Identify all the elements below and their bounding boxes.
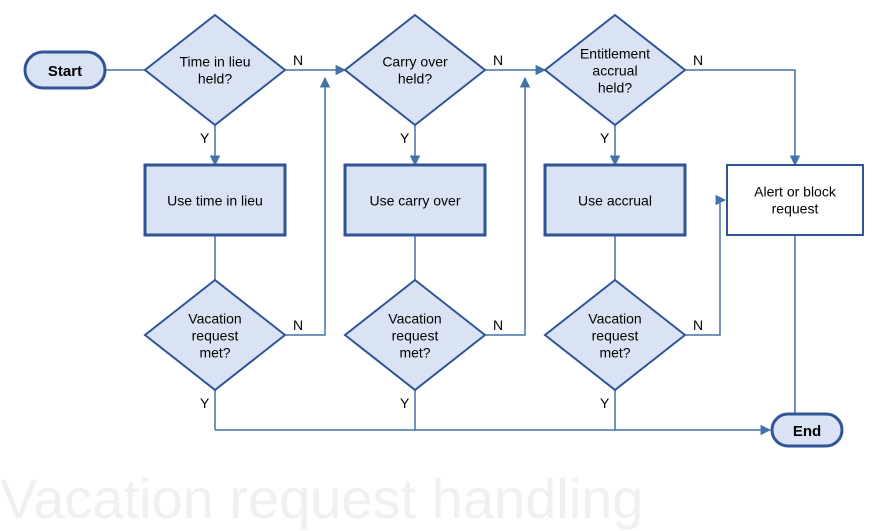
svg-text:held?: held? [598,80,632,96]
svg-text:Use accrual: Use accrual [578,193,652,209]
svg-text:N: N [493,317,503,333]
svg-text:Y: Y [400,130,410,146]
svg-text:Y: Y [200,395,210,411]
svg-text:Use time in lieu: Use time in lieu [167,193,263,209]
svg-text:Time in lieu: Time in lieu [179,54,250,70]
decision-request-met-2: Vacation request met? [345,280,485,390]
edge-d3-p4 [685,70,795,165]
edge-d4-d2 [285,78,325,335]
process-use-carry-over: Use carry over [345,165,485,235]
svg-text:Y: Y [400,395,410,411]
svg-text:N: N [693,52,703,68]
svg-text:met?: met? [599,345,630,361]
svg-text:Y: Y [600,130,610,146]
svg-text:N: N [693,317,703,333]
process-use-time-in-lieu: Use time in lieu [145,165,285,235]
decision-entitlement-accrual: Entitlement accrual held? [545,15,685,125]
decision-request-met-1: Vacation request met? [145,280,285,390]
flowchart-canvas: Start End Time in lieu held? Carry over … [0,0,886,521]
start-label: Start [48,63,82,80]
process-use-accrual: Use accrual [545,165,685,235]
svg-text:request: request [392,328,439,344]
edge-d6-p4 [685,200,725,335]
svg-text:request: request [772,201,819,217]
svg-text:accrual: accrual [592,63,637,79]
svg-text:Entitlement: Entitlement [580,46,650,62]
decision-time-in-lieu: Time in lieu held? [145,15,285,125]
decision-carry-over: Carry over held? [345,15,485,125]
svg-text:request: request [592,328,639,344]
svg-text:Carry over: Carry over [382,54,448,70]
svg-text:met?: met? [199,345,230,361]
decision-request-met-3: Vacation request met? [545,280,685,390]
process-alert-or-block: Alert or block request [727,165,863,235]
svg-text:held?: held? [198,71,232,87]
svg-text:N: N [493,52,503,68]
svg-text:Alert or block: Alert or block [754,184,837,200]
svg-text:N: N [293,52,303,68]
svg-text:Vacation: Vacation [388,311,441,327]
svg-text:met?: met? [399,345,430,361]
svg-text:Y: Y [200,130,210,146]
edge-d5-d3 [485,78,525,335]
svg-text:Vacation: Vacation [588,311,641,327]
svg-text:Vacation: Vacation [188,311,241,327]
svg-text:request: request [192,328,239,344]
svg-text:Y: Y [600,395,610,411]
end-label: End [793,423,821,440]
svg-text:N: N [293,317,303,333]
svg-text:Use carry over: Use carry over [369,193,460,209]
end-node: End [772,414,842,446]
svg-text:held?: held? [398,71,432,87]
start-node: Start [25,52,105,88]
